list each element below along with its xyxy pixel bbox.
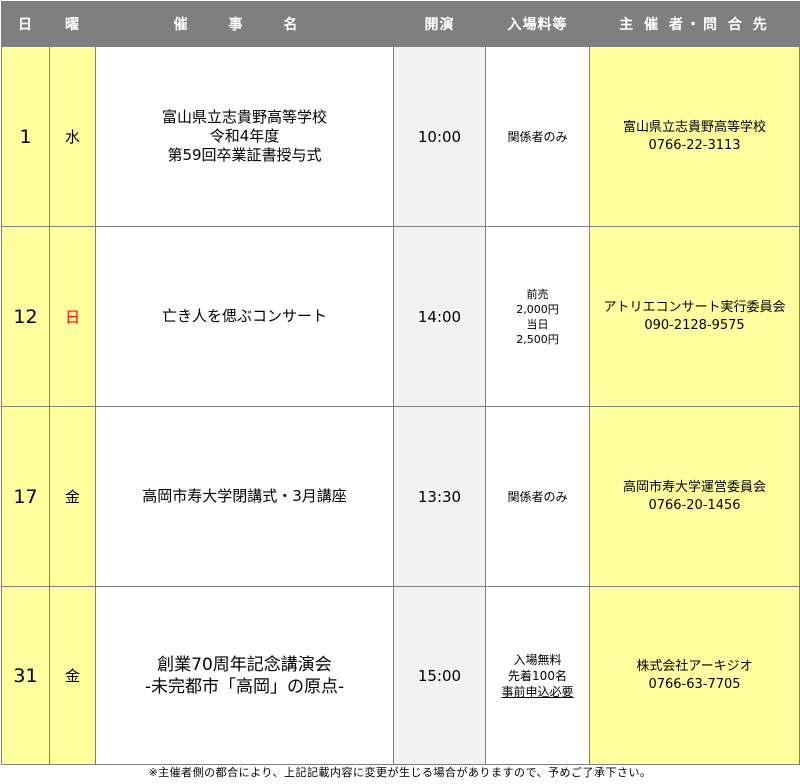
header-day: 日 bbox=[1, 1, 50, 47]
event-title-line: -未完都市「高岡」の原点- bbox=[144, 676, 345, 697]
organizer-name: 高岡市寿大学運営委員会 bbox=[622, 479, 766, 495]
day-cell: 12 bbox=[1, 226, 50, 407]
fee-line: 関係者のみ bbox=[507, 129, 568, 144]
day-cell: 31 bbox=[1, 586, 50, 765]
weekday-cell: 日 bbox=[49, 226, 96, 407]
fee-cell: 関係者のみ bbox=[485, 46, 590, 227]
organizer-name: 株式会社アーキジオ bbox=[636, 658, 753, 674]
table-header: 日 曜 催 事 名 開演 入場料等 主 催 者・問 合 先 bbox=[1, 1, 800, 47]
fee-line: 2,500円 bbox=[516, 332, 559, 346]
event-title-cell: 富山県立志貴野高等学校 令和4年度 第59回卒業証書授与式 bbox=[95, 46, 394, 227]
event-title-line: 富山県立志貴野高等学校 bbox=[161, 108, 327, 126]
start-time-cell: 14:00 bbox=[393, 226, 486, 407]
table-row: 17 金 高岡市寿大学閉講式・3月講座 13:30 関係者のみ 高岡市寿大学運営… bbox=[1, 406, 800, 587]
header-event-name: 催 事 名 bbox=[95, 1, 394, 47]
event-title-line: 亡き人を偲ぶコンサート bbox=[161, 307, 327, 325]
header-weekday: 曜 bbox=[49, 1, 96, 47]
day-cell: 1 bbox=[1, 46, 50, 227]
day-cell: 17 bbox=[1, 406, 50, 587]
event-title-cell: 創業70周年記念講演会 -未完都市「高岡」の原点- bbox=[95, 586, 394, 765]
footnote: ※主催者側の都合により、上記記載内容に変更が生じる場合がありますので、予めご了承… bbox=[148, 766, 652, 779]
fee-cell: 入場無料 先着100名 事前申込必要 bbox=[485, 586, 590, 765]
header-admission-fee: 入場料等 bbox=[485, 1, 590, 47]
organizer-phone: 0766-20-1456 bbox=[648, 497, 741, 513]
organizer-name: アトリエコンサート実行委員会 bbox=[603, 299, 786, 315]
organizer-phone: 0766-22-3113 bbox=[648, 137, 741, 153]
weekday-cell: 金 bbox=[49, 586, 96, 765]
fee-cell: 関係者のみ bbox=[485, 406, 590, 587]
organizer-cell: 株式会社アーキジオ 0766-63-7705 bbox=[589, 586, 800, 765]
event-title-line: 創業70周年記念講演会 bbox=[157, 654, 332, 675]
fee-line: 関係者のみ bbox=[507, 489, 568, 504]
weekday-cell: 水 bbox=[49, 46, 96, 227]
event-title-cell: 高岡市寿大学閉講式・3月講座 bbox=[95, 406, 394, 587]
table-row: 31 金 創業70周年記念講演会 -未完都市「高岡」の原点- 15:00 入場無… bbox=[1, 586, 800, 765]
table-row: 12 日 亡き人を偲ぶコンサート 14:00 前売 2,000円 当日 2,50… bbox=[1, 226, 800, 407]
header-organizer-contact: 主 催 者・問 合 先 bbox=[589, 1, 800, 47]
start-time-cell: 10:00 bbox=[393, 46, 486, 227]
header-row: 日 曜 催 事 名 開演 入場料等 主 催 者・問 合 先 bbox=[1, 1, 800, 47]
event-title-line: 高岡市寿大学閉講式・3月講座 bbox=[142, 487, 347, 505]
header-start-time: 開演 bbox=[393, 1, 486, 47]
fee-line: 入場無料 bbox=[513, 652, 562, 667]
weekday-cell: 金 bbox=[49, 406, 96, 587]
table-row: 1 水 富山県立志貴野高等学校 令和4年度 第59回卒業証書授与式 10:00 … bbox=[1, 46, 800, 227]
table-body: 1 水 富山県立志貴野高等学校 令和4年度 第59回卒業証書授与式 10:00 … bbox=[1, 46, 800, 765]
organizer-cell: 富山県立志貴野高等学校 0766-22-3113 bbox=[589, 46, 800, 227]
event-title-line: 第59回卒業証書授与式 bbox=[167, 146, 322, 164]
organizer-cell: アトリエコンサート実行委員会 090-2128-9575 bbox=[589, 226, 800, 407]
organizer-phone: 0766-63-7705 bbox=[648, 676, 741, 692]
organizer-phone: 090-2128-9575 bbox=[644, 317, 745, 333]
event-schedule-table: 日 曜 催 事 名 開演 入場料等 主 催 者・問 合 先 1 水 富山県立志貴… bbox=[1, 1, 800, 765]
start-time-cell: 15:00 bbox=[393, 586, 486, 765]
start-time-cell: 13:30 bbox=[393, 406, 486, 587]
fee-cell: 前売 2,000円 当日 2,500円 bbox=[485, 226, 590, 407]
event-title-cell: 亡き人を偲ぶコンサート bbox=[95, 226, 394, 407]
fee-line: 先着100名 bbox=[508, 668, 567, 683]
fee-line-registration-required: 事前申込必要 bbox=[501, 684, 574, 699]
fee-line: 前売 bbox=[526, 287, 549, 301]
fee-line: 2,000円 bbox=[516, 302, 559, 316]
organizer-name: 富山県立志貴野高等学校 bbox=[622, 119, 766, 135]
event-title-line: 令和4年度 bbox=[209, 127, 280, 145]
organizer-cell: 高岡市寿大学運営委員会 0766-20-1456 bbox=[589, 406, 800, 587]
fee-line: 当日 bbox=[526, 317, 549, 331]
